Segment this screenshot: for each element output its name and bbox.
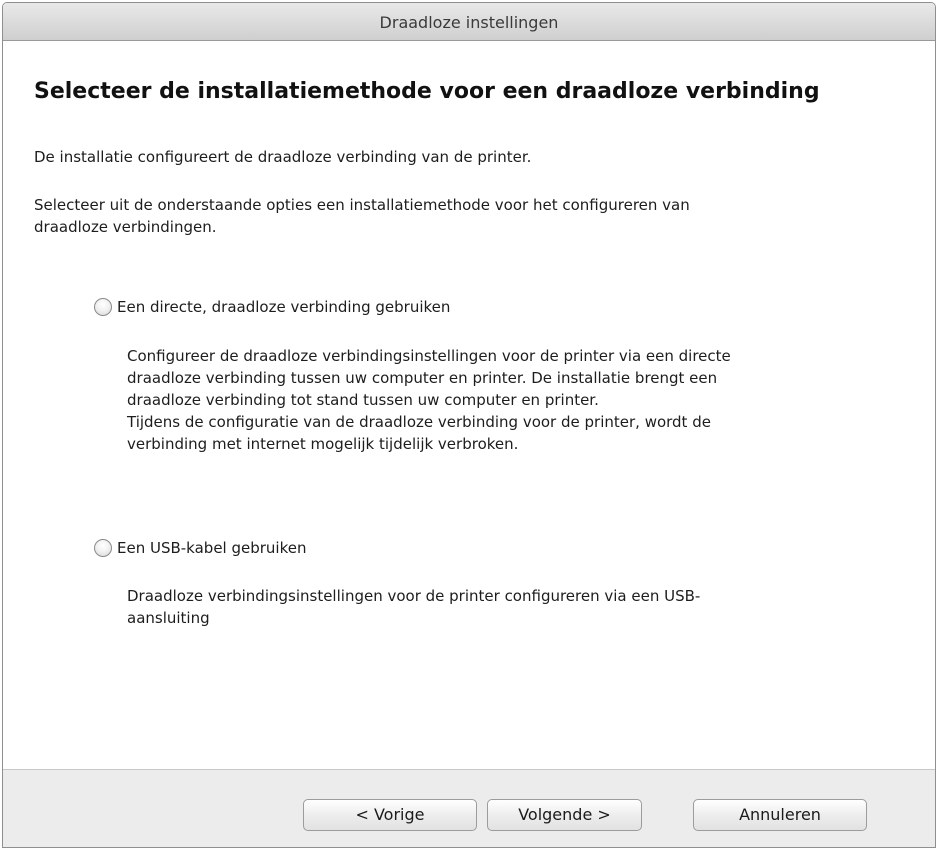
description-line: verbinding met internet mogelijk tijdeli… (127, 435, 519, 453)
intro-text: De installatie configureert de draadloze… (34, 148, 532, 166)
option-direct-wireless-description: Configureer de draadloze verbindingsinst… (127, 345, 867, 455)
description-line: draadloze verbinding tot stand tussen uw… (127, 391, 599, 409)
option-direct-wireless[interactable]: Een directe, draadloze verbinding gebrui… (94, 295, 450, 319)
description-line: Draadloze verbindingsinstellingen voor d… (127, 587, 701, 605)
cancel-button[interactable]: Annuleren (693, 799, 867, 831)
next-button[interactable]: Volgende > (487, 799, 642, 831)
title-bar: Draadloze instellingen (3, 3, 935, 41)
option-usb-cable-description: Draadloze verbindingsinstellingen voor d… (127, 585, 827, 629)
radio-usb-cable[interactable] (94, 539, 112, 557)
dialog-window: Draadloze instellingen Selecteer de inst… (2, 2, 936, 848)
instruction-line: draadloze verbindingen. (34, 218, 217, 236)
description-line: draadloze verbinding tussen uw computer … (127, 369, 718, 387)
button-bar: < Vorige Volgende > Annuleren (3, 769, 935, 847)
description-line: aansluiting (127, 609, 210, 627)
window-title: Draadloze instellingen (379, 13, 559, 32)
option-usb-cable-label[interactable]: Een USB-kabel gebruiken (117, 539, 307, 557)
previous-button[interactable]: < Vorige (303, 799, 477, 831)
option-direct-wireless-label[interactable]: Een directe, draadloze verbinding gebrui… (117, 298, 450, 316)
description-line: Tijdens de configuratie van de draadloze… (127, 413, 711, 431)
instruction-text: Selecteer uit de onderstaande opties een… (34, 194, 854, 238)
radio-direct-wireless[interactable] (94, 298, 112, 316)
description-line: Configureer de draadloze verbindingsinst… (127, 347, 731, 365)
page-heading: Selecteer de installatiemethode voor een… (34, 79, 820, 104)
option-usb-cable[interactable]: Een USB-kabel gebruiken (94, 536, 307, 560)
instruction-line: Selecteer uit de onderstaande opties een… (34, 196, 690, 214)
